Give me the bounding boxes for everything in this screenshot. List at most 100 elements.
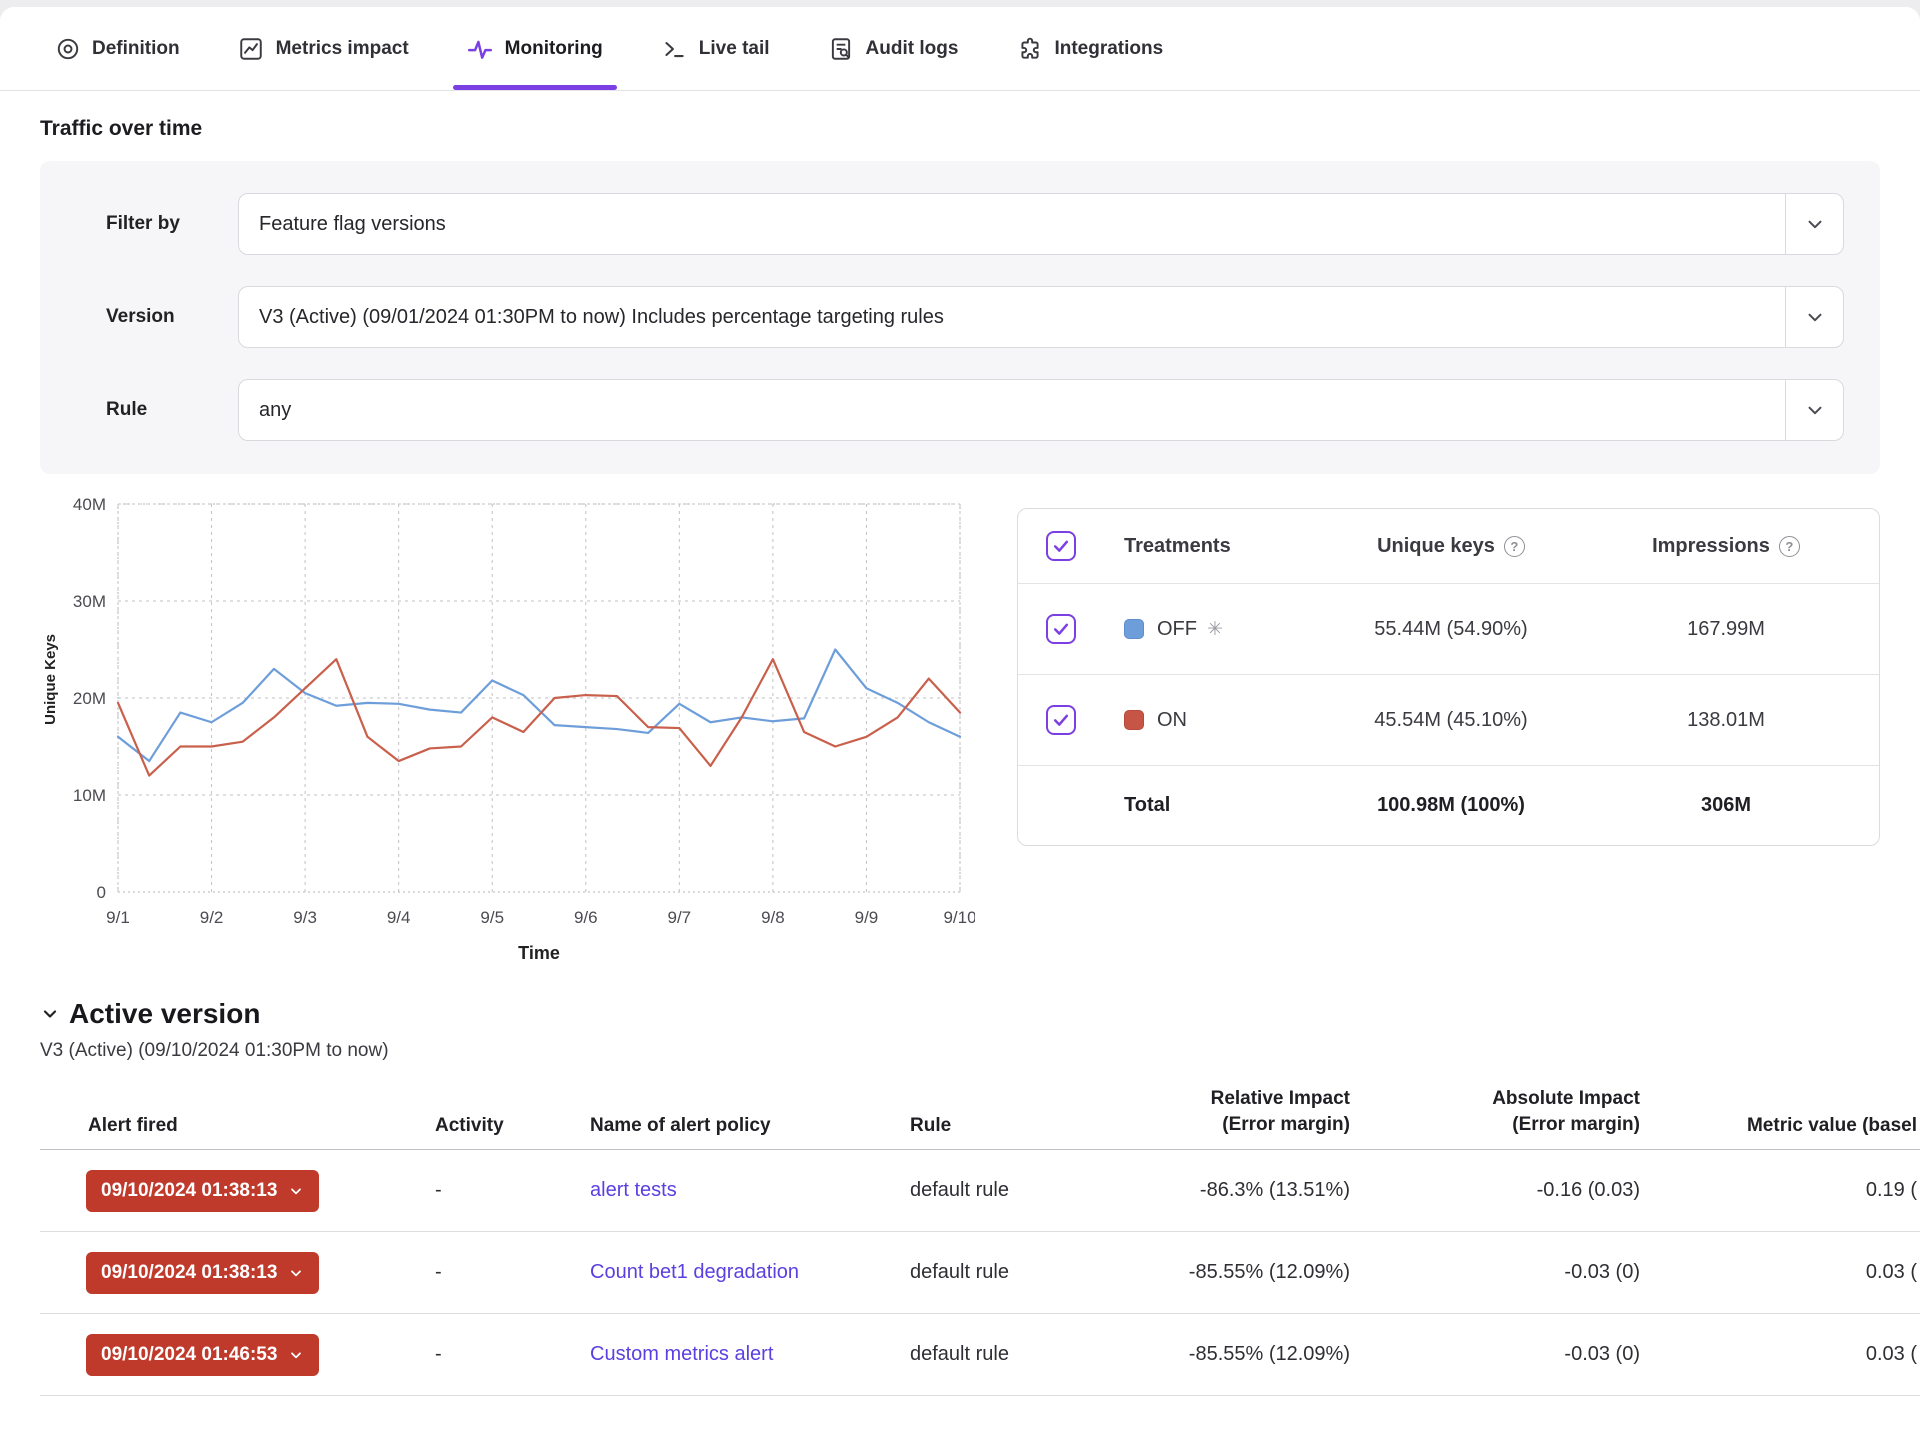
tab-monitoring[interactable]: Monitoring — [467, 7, 603, 90]
alert-policy-link[interactable]: Custom metrics alert — [590, 1343, 773, 1365]
svg-text:9/5: 9/5 — [480, 908, 504, 927]
pulse-icon — [467, 35, 494, 62]
tab-metrics-impact[interactable]: Metrics impact — [238, 7, 409, 90]
treatment-checkbox[interactable] — [1046, 614, 1076, 644]
total-impressions: 306M — [1601, 794, 1851, 817]
filter-by-row: Filter by Feature flag versions — [106, 193, 1844, 255]
relative-impact-cell: -85.55% (12.09%) — [1100, 1343, 1360, 1366]
active-version-subtitle: V3 (Active) (09/10/2024 01:30PM to now) — [40, 1040, 1880, 1062]
help-icon[interactable]: ? — [1779, 536, 1800, 557]
tab-audit-logs[interactable]: Audit logs — [828, 7, 959, 90]
svg-text:9/1: 9/1 — [106, 908, 130, 927]
puzzle-icon — [1016, 35, 1043, 62]
svg-text:9/4: 9/4 — [387, 908, 411, 927]
chevron-down-icon[interactable] — [1785, 194, 1843, 254]
filter-panel: Filter by Feature flag versions Version … — [40, 161, 1880, 474]
y-axis-label: Unique Keys — [42, 634, 59, 725]
chevron-down-icon — [288, 1265, 304, 1281]
tab-label: Metrics impact — [276, 38, 409, 60]
activity-header: Activity — [380, 1115, 535, 1137]
traffic-chart: Unique Keys 0 10M 20M 30M 40M 9/1 9/2 9/3 9/4 9/5… — [40, 494, 975, 964]
rule-row: Rule any — [106, 379, 1844, 441]
relative-impact-header: Relative Impact (Error margin) — [1100, 1086, 1360, 1137]
chevron-down-icon[interactable] — [1785, 380, 1843, 440]
chevron-down-icon — [288, 1347, 304, 1363]
definition-icon — [54, 35, 81, 62]
rule-label: Rule — [106, 399, 238, 421]
rule-header: Rule — [865, 1115, 1100, 1137]
filter-by-label: Filter by — [106, 213, 238, 235]
alert-policy-link[interactable]: Count bet1 degradation — [590, 1261, 799, 1283]
activity-cell: - — [380, 1261, 535, 1284]
treatments-total-row: Total 100.98M (100%) 306M — [1018, 765, 1879, 845]
header-line: (Error margin) — [1512, 1112, 1640, 1138]
rule-cell: default rule — [865, 1179, 1100, 1202]
version-value: V3 (Active) (09/01/2024 01:30PM to now) … — [259, 306, 944, 329]
on-series-swatch — [1124, 710, 1144, 730]
x-axis-label: Time — [118, 943, 960, 964]
impressions-header: Impressions — [1652, 535, 1770, 558]
treatments-header: Treatments — [1124, 535, 1301, 558]
svg-text:40M: 40M — [73, 495, 106, 514]
svg-text:0: 0 — [97, 883, 106, 902]
header-line: Absolute Impact — [1492, 1086, 1640, 1112]
treatment-checkbox[interactable] — [1046, 705, 1076, 735]
svg-text:9/8: 9/8 — [761, 908, 785, 927]
total-unique-keys: 100.98M (100%) — [1301, 794, 1601, 817]
treatment-row-off: OFF ✳ 55.44M (54.90%) 167.99M — [1018, 583, 1879, 674]
alert-fired-dropdown[interactable]: 09/10/2024 01:38:13 — [86, 1252, 319, 1294]
absolute-impact-cell: -0.16 (0.03) — [1360, 1179, 1650, 1202]
version-select[interactable]: V3 (Active) (09/01/2024 01:30PM to now) … — [238, 286, 1844, 348]
rule-value: any — [259, 399, 291, 422]
header-line: (Error margin) — [1222, 1112, 1350, 1138]
absolute-impact-cell: -0.03 (0) — [1360, 1261, 1650, 1284]
svg-text:9/10: 9/10 — [943, 908, 975, 927]
chevron-down-icon — [288, 1183, 304, 1199]
page-title: Traffic over time — [0, 91, 1920, 141]
active-version-toggle[interactable]: Active version — [40, 998, 1880, 1030]
alert-fired-header: Alert fired — [40, 1115, 380, 1137]
select-all-checkbox[interactable] — [1046, 531, 1076, 561]
traffic-section: Unique Keys 0 10M 20M 30M 40M 9/1 9/2 9/3 9/4 9/5… — [0, 474, 1920, 964]
treatments-table: Treatments Unique keys ? Impressions ? O… — [1017, 508, 1880, 846]
header-line: Relative Impact — [1211, 1086, 1350, 1112]
tab-label: Audit logs — [866, 38, 959, 60]
activity-cell: - — [380, 1343, 535, 1366]
main-panel: Definition Metrics impact Monitoring — [0, 7, 1920, 1431]
tab-bar: Definition Metrics impact Monitoring — [0, 7, 1920, 91]
treatment-name: ON — [1157, 709, 1187, 732]
unique-keys-value: 45.54M (45.10%) — [1301, 709, 1601, 732]
rule-select[interactable]: any — [238, 379, 1844, 441]
svg-text:10M: 10M — [73, 786, 106, 805]
total-label: Total — [1124, 794, 1301, 817]
svg-text:20M: 20M — [73, 689, 106, 708]
alert-fired-time: 09/10/2024 01:46:53 — [101, 1344, 277, 1366]
svg-text:9/3: 9/3 — [293, 908, 317, 927]
help-icon[interactable]: ? — [1504, 536, 1525, 557]
treatments-header-row: Treatments Unique keys ? Impressions ? — [1018, 509, 1879, 583]
treatment-name: OFF — [1157, 618, 1197, 641]
metric-value-cell: 0.03 ( — [1650, 1261, 1920, 1284]
unique-keys-header: Unique keys — [1377, 535, 1495, 558]
tab-label: Live tail — [699, 38, 770, 60]
tab-label: Integrations — [1054, 38, 1163, 60]
version-label: Version — [106, 306, 238, 328]
metric-value-cell: 0.19 ( — [1650, 1179, 1920, 1202]
frozen-icon: ✳ — [1207, 618, 1223, 641]
svg-text:30M: 30M — [73, 592, 106, 611]
filter-by-value: Feature flag versions — [259, 213, 446, 236]
tab-live-tail[interactable]: Live tail — [661, 7, 770, 90]
alert-fired-dropdown[interactable]: 09/10/2024 01:46:53 — [86, 1334, 319, 1376]
tab-label: Monitoring — [505, 38, 603, 60]
tab-definition[interactable]: Definition — [54, 7, 180, 90]
alert-policy-link[interactable]: alert tests — [590, 1179, 677, 1201]
relative-impact-cell: -86.3% (13.51%) — [1100, 1179, 1360, 1202]
svg-text:9/2: 9/2 — [200, 908, 224, 927]
chevron-down-icon[interactable] — [1785, 287, 1843, 347]
filter-by-select[interactable]: Feature flag versions — [238, 193, 1844, 255]
svg-text:9/6: 9/6 — [574, 908, 598, 927]
tab-integrations[interactable]: Integrations — [1016, 7, 1163, 90]
alert-fired-dropdown[interactable]: 09/10/2024 01:38:13 — [86, 1170, 319, 1212]
metric-value-cell: 0.03 ( — [1650, 1343, 1920, 1366]
absolute-impact-header: Absolute Impact (Error margin) — [1360, 1086, 1650, 1137]
